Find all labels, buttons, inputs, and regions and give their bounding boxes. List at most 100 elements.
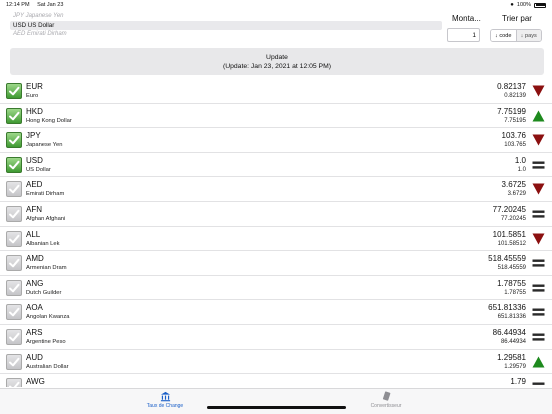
previous-rate: 77.20245	[500, 216, 526, 222]
currency-name: Albanian Lek	[26, 240, 60, 247]
rate-row[interactable]: AFN Afghan Afghani 77.20245 77.20245	[0, 202, 552, 227]
currency-name: Angolan Kwanza	[26, 314, 70, 321]
checkbox-unchecked[interactable]	[6, 206, 22, 222]
trend-equal-icon	[532, 161, 545, 169]
rate-row[interactable]: AED Emirati Dirham 3.6725 3.6729	[0, 177, 552, 202]
checkbox-unchecked[interactable]	[6, 304, 22, 321]
current-rate: 1.79	[510, 377, 526, 387]
rates-list[interactable]: EUR Euro 0.82137 0.82139 HKD Hong Kong Dollar…	[0, 79, 552, 387]
previous-rate: 651.81336	[497, 314, 526, 321]
current-rate: 7.75199	[497, 106, 526, 116]
checkbox-checked[interactable]	[6, 156, 22, 173]
tab-converter[interactable]: Convertisseur	[351, 391, 421, 409]
currency-code: USD	[26, 155, 43, 165]
currency-code: AOA	[26, 303, 43, 313]
checkmark-icon	[9, 283, 20, 293]
checkbox-checked[interactable]	[6, 83, 22, 99]
current-rate: 86.44934	[492, 328, 526, 337]
current-rate: 103.76	[501, 131, 526, 141]
currency-picker[interactable]: JPY Japanese Yen USD US Dollar AED Emira…	[10, 12, 442, 42]
checkbox-unchecked[interactable]	[6, 181, 22, 198]
update-button[interactable]: Update (Update: Jan 23, 2021 at 12:05 PM…	[10, 48, 544, 75]
amount-input[interactable]: 1	[447, 28, 480, 42]
rate-row[interactable]: ARS Argentine Peso 86.44934 86.44934	[0, 325, 552, 350]
trend-equal-icon	[532, 333, 545, 341]
rate-row[interactable]: ALL Albanian Lek 101.5851 101.58512	[0, 227, 552, 252]
currency-name: Hong Kong Dollar	[26, 117, 72, 124]
checkmark-icon	[9, 86, 20, 96]
status-left: 12:14 PM Sat Jan 23	[6, 2, 69, 8]
previous-rate: 1.29579	[504, 363, 526, 370]
battery-percent: 100%	[516, 2, 531, 8]
trend-down-icon	[532, 134, 545, 146]
currency-code: AWG	[26, 377, 45, 387]
currency-name: Dutch Guilder	[26, 289, 62, 296]
home-indicator	[207, 406, 346, 409]
currency-code: AUD	[26, 352, 43, 362]
previous-rate: 86.44934	[500, 339, 526, 345]
checkmark-icon	[9, 111, 20, 120]
rate-row[interactable]: JPY Japanese Yen 103.76 103.765	[0, 128, 552, 153]
sort-segmented-control[interactable]: ↓ code ↓ pays	[490, 29, 542, 42]
previous-rate: 0.82139	[504, 93, 526, 99]
checkbox-unchecked[interactable]	[6, 255, 22, 272]
currency-code: ALL	[26, 229, 41, 239]
checkbox-unchecked[interactable]	[6, 279, 22, 296]
current-rate: 0.82137	[497, 82, 526, 91]
picker-row-previous[interactable]: JPY Japanese Yen	[10, 12, 442, 21]
checkbox-checked[interactable]	[6, 132, 22, 149]
trend-up-icon	[532, 356, 545, 368]
current-rate: 1.0	[514, 155, 526, 165]
tab-exchange-rates-label: Taux de Change	[146, 403, 184, 409]
picker-row-next[interactable]: AED Emirati Dirham	[10, 30, 442, 39]
previous-rate: 518.45559	[497, 265, 526, 272]
status-time: 12:14 PM	[6, 2, 30, 8]
currency-code: AFN	[26, 205, 42, 214]
current-rate: 651.81336	[488, 303, 526, 313]
tab-bar: Taux de Change Convertisseur	[0, 388, 552, 414]
trend-equal-icon	[532, 284, 545, 292]
currency-code: ARS	[26, 328, 43, 337]
checkmark-icon	[9, 160, 20, 170]
checkbox-checked[interactable]	[6, 107, 22, 124]
rate-row[interactable]: USD US Dollar 1.0 1.0	[0, 153, 552, 178]
picker-row-selected[interactable]: USD US Dollar	[10, 21, 442, 30]
sort-label: Trier par	[502, 14, 532, 23]
checkmark-icon	[9, 185, 20, 194]
battery-icon	[534, 2, 546, 8]
rate-row[interactable]: AOA Angolan Kwanza 651.81336 651.81336	[0, 300, 552, 325]
current-rate: 101.5851	[492, 229, 526, 239]
checkmark-icon	[9, 234, 20, 243]
rate-row[interactable]: AWG 1.79	[0, 374, 552, 387]
update-title: Update	[266, 54, 288, 61]
previous-rate: 3.6729	[507, 191, 526, 198]
amount-label: Monta...	[452, 14, 481, 23]
currency-code: ANG	[26, 278, 44, 288]
checkmark-icon	[9, 308, 20, 317]
update-timestamp: (Update: Jan 23, 2021 at 12:05 PM)	[222, 63, 332, 70]
status-right: ● 100%	[510, 2, 546, 8]
previous-rate: 1.78755	[504, 289, 526, 296]
currency-name: Euro	[26, 93, 39, 99]
checkbox-unchecked[interactable]	[6, 329, 22, 345]
rate-row[interactable]: AMD Armenian Dram 518.45559 518.45559	[0, 251, 552, 276]
rate-row[interactable]: EUR Euro 0.82137 0.82139	[0, 79, 552, 104]
rate-row[interactable]: AUD Australian Dollar 1.29581 1.29579	[0, 350, 552, 375]
sort-by-code-button[interactable]: ↓ code	[491, 30, 516, 41]
checkbox-unchecked[interactable]	[6, 378, 22, 387]
checkmark-icon	[9, 357, 20, 366]
current-rate: 77.20245	[492, 205, 526, 214]
rate-row[interactable]: ANG Dutch Guilder 1.78755 1.78755	[0, 276, 552, 301]
currency-name: Afghan Afghani	[26, 216, 66, 222]
checkmark-icon	[9, 381, 20, 387]
tab-exchange-rates[interactable]: Taux de Change	[130, 391, 200, 409]
rate-row[interactable]: HKD Hong Kong Dollar 7.75199 7.75195	[0, 104, 552, 129]
sort-by-country-button[interactable]: ↓ pays	[515, 30, 541, 41]
trend-down-icon	[532, 85, 545, 97]
checkbox-unchecked[interactable]	[6, 230, 22, 247]
currency-code: AMD	[26, 254, 44, 264]
currency-name: US Dollar	[26, 166, 51, 173]
currency-code: EUR	[26, 82, 43, 91]
checkbox-unchecked[interactable]	[6, 353, 22, 370]
current-rate: 1.78755	[497, 278, 526, 288]
